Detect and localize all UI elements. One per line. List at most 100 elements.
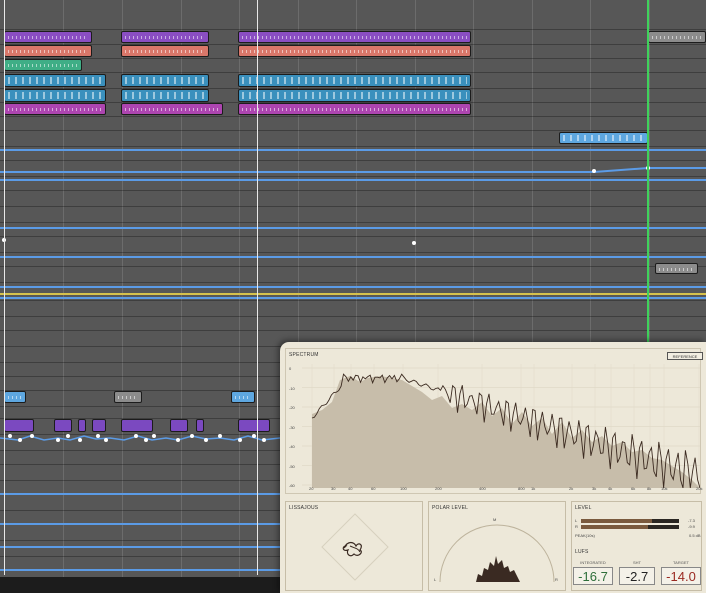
automation-point[interactable] [144, 438, 148, 442]
level-title: LEVEL [575, 505, 592, 511]
track-separator [0, 29, 706, 30]
polar-scope [439, 524, 555, 583]
automation-line[interactable] [0, 286, 706, 288]
midi-clip[interactable] [238, 31, 471, 43]
level-channel-label: L [575, 518, 578, 523]
spectrum-y-tick: -30 [289, 424, 295, 430]
automation-line[interactable] [0, 256, 706, 258]
lissajous-scope [321, 513, 389, 581]
midi-clip[interactable] [4, 59, 82, 71]
analyzer-plugin-window[interactable]: SPECTRUM REFERENCE 0 -10 -20 -30 -40 -50 -60 2… [280, 342, 706, 593]
spectrum-x-tick: 30 [331, 486, 336, 491]
spectrum-x-tick: 10k [661, 486, 668, 491]
automation-point[interactable] [134, 434, 138, 438]
midi-clip[interactable] [121, 103, 223, 115]
lufs-value: -16.7 [573, 567, 613, 585]
midi-clip[interactable] [4, 31, 92, 43]
level-channel-label: R [575, 524, 578, 529]
track-separator [0, 206, 706, 207]
spectrum-x-tick: 800 [518, 486, 525, 491]
track-separator [0, 252, 706, 253]
track-separator [0, 72, 706, 73]
spectrum-x-tick: 20 [309, 486, 314, 491]
peak-label: PEAK(10s) [575, 533, 595, 538]
spectrum-y-tick: -20 [289, 405, 295, 410]
midi-clip[interactable] [4, 45, 92, 57]
track-separator [0, 222, 706, 223]
midi-clip[interactable] [121, 89, 209, 102]
midi-clip[interactable] [238, 103, 471, 115]
automation-point[interactable] [412, 241, 416, 245]
track-separator [0, 300, 706, 301]
lufs-label: TARGET [673, 560, 689, 565]
audio-clip[interactable] [648, 31, 706, 43]
track-separator [0, 282, 706, 283]
automation-point[interactable] [204, 438, 208, 442]
midi-clip[interactable] [559, 132, 648, 144]
automation-point[interactable] [252, 434, 256, 438]
automation-point[interactable] [152, 434, 156, 438]
track-separator [0, 130, 706, 131]
automation-line[interactable] [0, 297, 706, 299]
automation-point[interactable] [218, 434, 222, 438]
automation-curve[interactable] [0, 160, 706, 180]
audio-clip[interactable] [231, 391, 255, 403]
midi-clip[interactable] [4, 89, 106, 102]
reference-button[interactable]: REFERENCE [667, 352, 703, 360]
automation-line[interactable] [0, 227, 706, 229]
level-value: -9.9 [688, 524, 695, 529]
midi-clip[interactable] [4, 103, 106, 115]
audio-clip[interactable] [655, 263, 698, 274]
spectrum-x-tick: 4k [608, 486, 613, 491]
spectrum-x-tick: 40 [348, 486, 353, 491]
lufs-title: LUFS [575, 549, 589, 555]
automation-point[interactable] [30, 434, 34, 438]
edit-cursor[interactable] [257, 0, 258, 575]
track-separator [0, 146, 706, 147]
lufs-label: SHT [633, 560, 641, 565]
midi-clip[interactable] [121, 45, 209, 57]
automation-point[interactable] [262, 438, 266, 442]
level-meter-fill [581, 525, 648, 529]
automation-line[interactable] [0, 149, 706, 151]
lissajous-title: LISSAJOUS [289, 505, 319, 511]
spectrum-x-tick: 8k [647, 486, 652, 491]
midi-clip[interactable] [4, 74, 106, 87]
spectrum-y-tick: 0 [289, 366, 292, 371]
spectrum-x-tick: 60 [371, 486, 376, 491]
track-separator [0, 236, 706, 237]
spectrum-y-tick: -40 [289, 444, 295, 449]
automation-point[interactable] [592, 169, 596, 173]
automation-point[interactable] [18, 438, 22, 442]
peak-value: 0.5 dB [689, 533, 701, 538]
midi-clip[interactable] [238, 74, 471, 87]
automation-point[interactable] [56, 438, 60, 442]
midi-clip[interactable] [238, 45, 471, 57]
spectrum-y-tick: -10 [289, 385, 295, 391]
lufs-value: -14.0 [661, 567, 701, 585]
spectrum-x-tick: 2k [569, 486, 574, 491]
track-separator [0, 58, 706, 59]
midi-clip[interactable] [121, 74, 209, 87]
spectrum-x-tick: 100 [400, 486, 407, 491]
tempo-line[interactable] [0, 293, 706, 295]
automation-point[interactable] [78, 438, 82, 442]
audio-clip[interactable] [114, 391, 142, 403]
midi-clip[interactable] [238, 89, 471, 102]
spectrum-y-tick: -50 [289, 463, 295, 469]
lufs-label: INTEGRATED [580, 560, 606, 565]
automation-point[interactable] [104, 438, 108, 442]
automation-point[interactable] [190, 434, 194, 438]
midi-clip[interactable] [121, 31, 209, 43]
track-separator [0, 266, 706, 267]
automation-point[interactable] [8, 434, 12, 438]
loop-start-marker[interactable] [4, 0, 5, 575]
spectrum-x-tick: 400 [479, 486, 486, 491]
audio-clip[interactable] [4, 391, 26, 403]
automation-point[interactable] [238, 438, 242, 442]
spectrum-graph [302, 364, 700, 488]
spectrum-x-tick: 6k [631, 486, 636, 491]
automation-point[interactable] [176, 438, 180, 442]
automation-point[interactable] [66, 434, 70, 438]
automation-point[interactable] [96, 434, 100, 438]
